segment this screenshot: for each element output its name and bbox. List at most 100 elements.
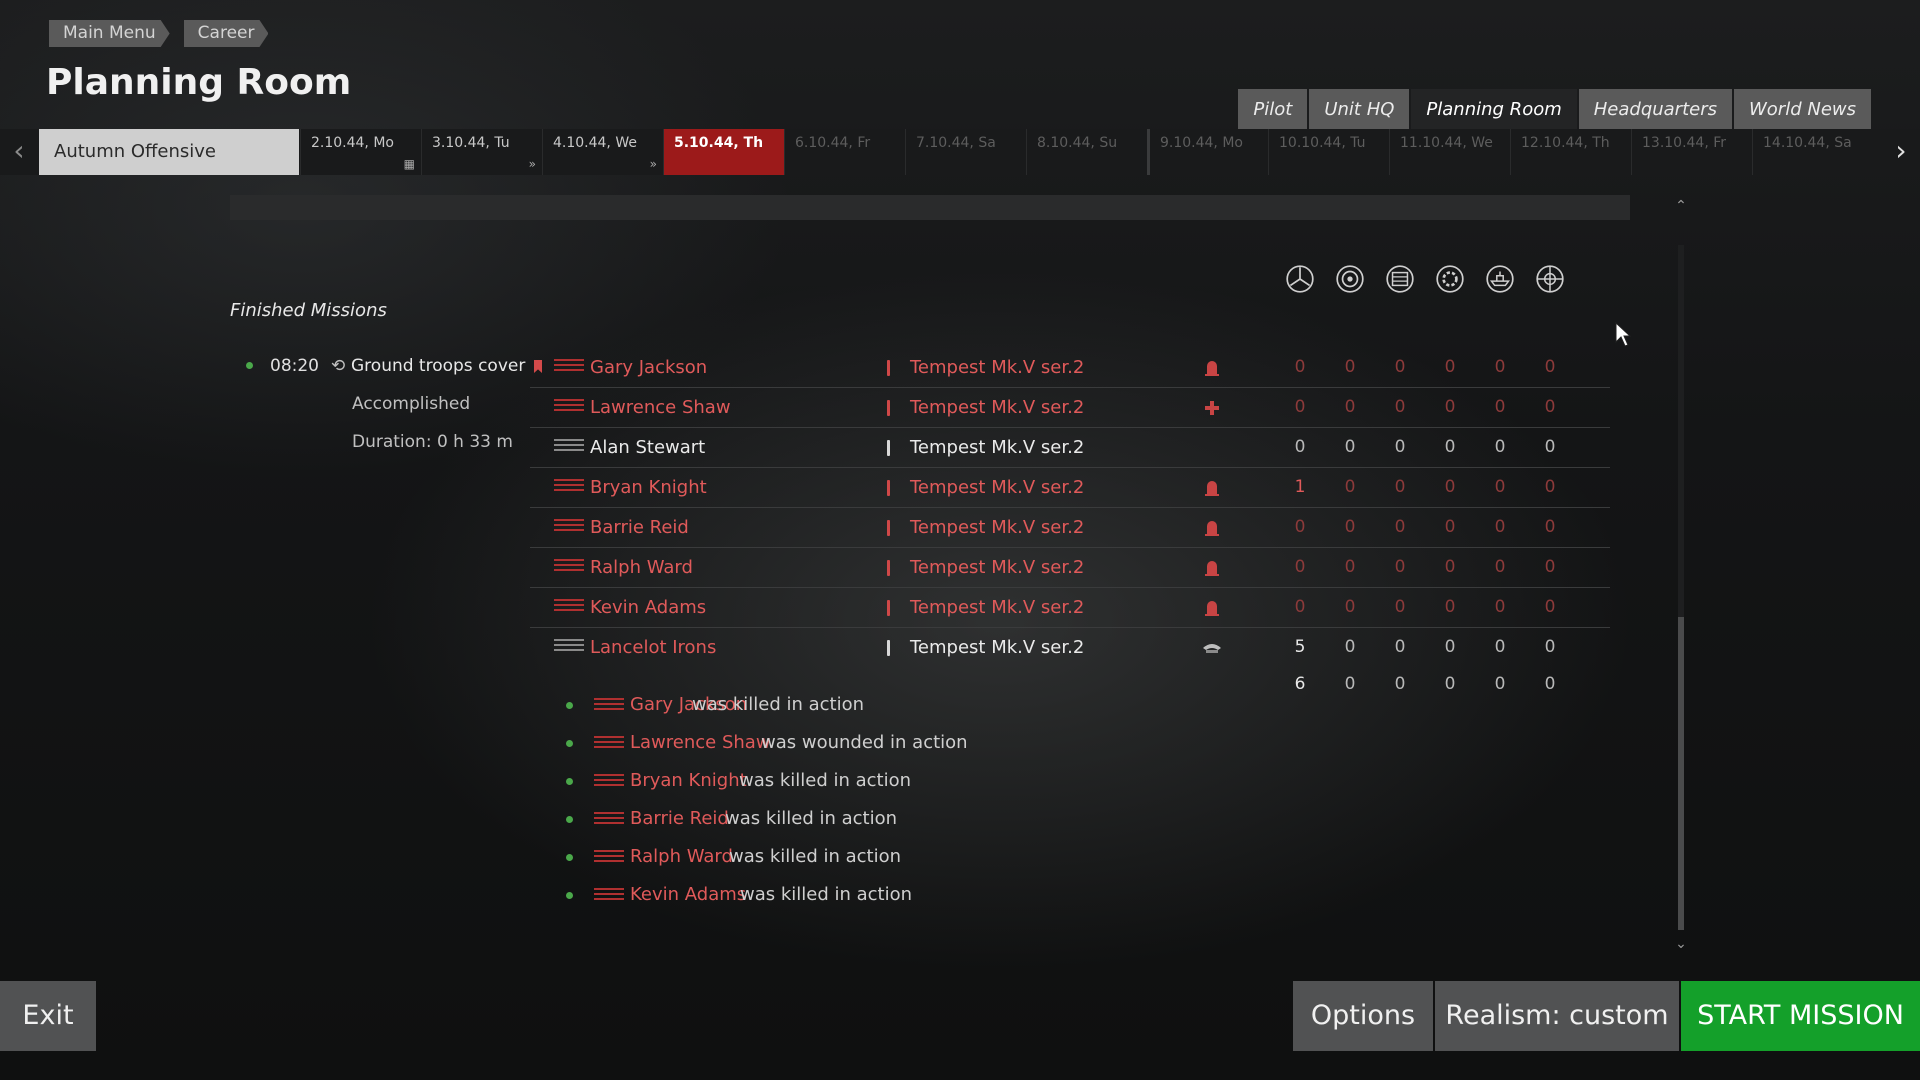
tab-headquarters[interactable]: Headquarters <box>1578 89 1732 130</box>
armor-target-icon <box>1375 260 1425 298</box>
scroll-up-icon[interactable]: ⌃ <box>1674 198 1688 214</box>
stat-value: 0 <box>1494 557 1506 577</box>
bookmark-icon <box>534 360 542 373</box>
stat-value: 0 <box>1294 517 1306 537</box>
ground-target-icon <box>1325 260 1375 298</box>
start-mission-button[interactable]: START MISSION <box>1681 981 1920 1051</box>
options-button[interactable]: Options <box>1293 981 1433 1051</box>
stat-value: 0 <box>1544 437 1556 457</box>
timeline-day[interactable]: 3.10.44, Tu » <box>421 129 542 175</box>
mission-type: ⟲ Ground troops cover <box>331 356 525 376</box>
tab-planning-room[interactable]: Planning Room <box>1411 89 1577 130</box>
tab-world-news[interactable]: World News <box>1734 89 1871 130</box>
pilot-row[interactable]: Lancelot Irons Tempest Mk.V ser.2 5 0 0 0 0 0 <box>530 628 1610 668</box>
pilot-row[interactable]: Bryan Knight Tempest Mk.V ser.2 1 0 0 0 0 0 <box>530 468 1610 508</box>
rank-insignia-icon <box>594 736 624 756</box>
stat-value: 0 <box>1394 477 1406 497</box>
campaign-selector[interactable]: Autumn Offensive <box>39 129 299 175</box>
rank-insignia-icon <box>594 774 624 794</box>
pilot-cap-icon <box>1202 638 1222 658</box>
pilot-stats: 5 0 0 0 0 0 <box>1275 637 1575 657</box>
stat-value: 0 <box>1294 557 1306 577</box>
tombstone-icon <box>1202 558 1222 578</box>
stat-value: 0 <box>1344 557 1356 577</box>
pilot-name[interactable]: Kevin Adams <box>590 597 706 618</box>
pilot-name[interactable]: Bryan Knight <box>590 477 707 498</box>
pilot-table: Gary Jackson Tempest Mk.V ser.2 0 0 0 0 0 0 Lawr… <box>530 348 1610 668</box>
casualty-name[interactable]: Barrie Reid <box>630 808 729 829</box>
tab-unit-hq[interactable]: Unit HQ <box>1309 89 1410 130</box>
aircraft-name: Tempest Mk.V ser.2 <box>910 397 1085 418</box>
casualty-name[interactable]: Bryan Knight <box>630 770 747 791</box>
timeline-day[interactable]: 8.10.44, Su <box>1026 129 1147 175</box>
stat-value: 0 <box>1444 437 1456 457</box>
timeline-day[interactable]: 9.10.44, Mo <box>1147 129 1268 175</box>
stat-value: 0 <box>1494 357 1506 377</box>
timeline-day-label: 12.10.44, Th <box>1521 135 1610 151</box>
rank-insignia-icon <box>554 439 584 459</box>
scroll-thumb[interactable] <box>1678 617 1684 930</box>
stat-value: 0 <box>1444 557 1456 577</box>
medical-cross-icon <box>1202 398 1222 418</box>
mission-status-dot <box>246 362 253 369</box>
tab-pilot[interactable]: Pilot <box>1238 89 1308 130</box>
timeline-day[interactable]: 4.10.44, We » <box>542 129 663 175</box>
exit-button[interactable]: Exit <box>0 981 96 1051</box>
timeline-day[interactable]: 10.10.44, Tu <box>1268 129 1389 175</box>
breadcrumb-career[interactable]: Career <box>184 20 269 47</box>
pilot-name[interactable]: Barrie Reid <box>590 517 689 538</box>
aircraft-marker-icon <box>887 520 890 536</box>
timeline-day[interactable]: 12.10.44, Th <box>1510 129 1631 175</box>
aircraft-name: Tempest Mk.V ser.2 <box>910 637 1085 658</box>
timeline-day[interactable]: 7.10.44, Sa <box>905 129 1026 175</box>
rank-insignia-icon <box>594 698 624 718</box>
timeline-day[interactable]: 14.10.44, Sa <box>1752 129 1873 175</box>
objective-target-icon <box>1525 260 1575 298</box>
timeline-day[interactable]: 13.10.44, Fr <box>1631 129 1752 175</box>
scroll-down-icon[interactable]: ⌄ <box>1674 936 1688 952</box>
pilot-name[interactable]: Ralph Ward <box>590 557 693 578</box>
casualty-name[interactable]: Kevin Adams <box>630 884 746 905</box>
pilot-name[interactable]: Gary Jackson <box>590 357 707 378</box>
status-dot-icon <box>566 816 573 823</box>
pilot-name[interactable]: Lancelot Irons <box>590 637 716 658</box>
pilot-name[interactable]: Alan Stewart <box>590 437 705 458</box>
stat-value: 0 <box>1394 357 1406 377</box>
breadcrumb-main-menu[interactable]: Main Menu <box>49 20 170 47</box>
totals-row: 6 0 0 0 0 0 <box>1275 674 1575 694</box>
pilot-row[interactable]: Gary Jackson Tempest Mk.V ser.2 0 0 0 0 0 0 <box>530 348 1610 388</box>
realism-button[interactable]: Realism: custom <box>1435 981 1679 1051</box>
aircraft-marker-icon <box>887 440 890 456</box>
stat-value: 0 <box>1544 517 1556 537</box>
timeline-day-label: 9.10.44, Mo <box>1160 135 1243 151</box>
stat-value: 0 <box>1344 477 1356 497</box>
aircraft-marker-icon <box>887 600 890 616</box>
casualty-name[interactable]: Ralph Ward <box>630 846 733 867</box>
calendar-icon: ▦ <box>403 157 415 171</box>
pilot-row[interactable]: Alan Stewart Tempest Mk.V ser.2 0 0 0 0 0 0 <box>530 428 1610 468</box>
timeline-day[interactable]: 2.10.44, Mo ▦ <box>300 129 421 175</box>
pilot-name[interactable]: Lawrence Shaw <box>590 397 731 418</box>
timeline-day[interactable]: 11.10.44, We <box>1389 129 1510 175</box>
casualty-name[interactable]: Lawrence Shaw <box>630 732 771 753</box>
stat-value: 0 <box>1444 517 1456 537</box>
stat-value: 5 <box>1294 637 1306 657</box>
stat-value: 0 <box>1344 637 1356 657</box>
stat-value: 0 <box>1394 517 1406 537</box>
tombstone-icon <box>1202 598 1222 618</box>
page-title: Planning Room <box>46 62 352 103</box>
stat-value: 0 <box>1494 517 1506 537</box>
pilot-row[interactable]: Barrie Reid Tempest Mk.V ser.2 0 0 0 0 0 0 <box>530 508 1610 548</box>
ground-cover-icon: ⟲ <box>331 356 346 376</box>
pilot-row[interactable]: Ralph Ward Tempest Mk.V ser.2 0 0 0 0 0 0 <box>530 548 1610 588</box>
aircraft-name: Tempest Mk.V ser.2 <box>910 517 1085 538</box>
timeline-day[interactable]: 5.10.44, Th <box>663 129 784 175</box>
pilot-stats: 0 0 0 0 0 0 <box>1275 557 1575 577</box>
timeline-next-icon[interactable]: › <box>1882 129 1920 175</box>
timeline-prev-icon[interactable]: ‹ <box>0 129 38 175</box>
pilot-row[interactable]: Lawrence Shaw Tempest Mk.V ser.2 0 0 0 0 0 0 <box>530 388 1610 428</box>
pilot-row[interactable]: Kevin Adams Tempest Mk.V ser.2 0 0 0 0 0 0 <box>530 588 1610 628</box>
scrollbar[interactable] <box>1674 245 1688 930</box>
rank-insignia-icon <box>554 399 584 419</box>
timeline-day[interactable]: 6.10.44, Fr <box>784 129 905 175</box>
